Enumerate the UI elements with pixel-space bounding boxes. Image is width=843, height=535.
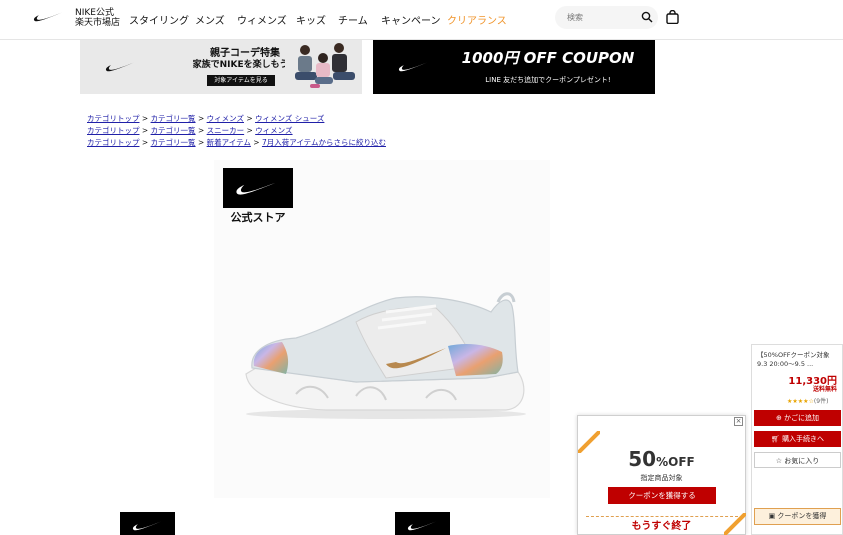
- breadcrumb-link[interactable]: ウィメンズ: [207, 114, 244, 123]
- review-count: (9件): [813, 398, 829, 405]
- star-outline-icon: ☆: [775, 457, 785, 465]
- side-coupon-dates: 9.3 20:00～9.5 ...: [757, 360, 814, 368]
- breadcrumb-link[interactable]: カテゴリ一覧: [151, 138, 196, 147]
- nav-clearance[interactable]: クリアランス: [447, 12, 507, 27]
- favorite-label: お気に入り: [784, 457, 820, 465]
- nav-team[interactable]: チーム: [338, 12, 368, 27]
- breadcrumb-link[interactable]: カテゴリ一覧: [151, 114, 196, 123]
- checkout-label: 購入手続きへ: [782, 435, 825, 443]
- breadcrumb: カテゴリトップ > カテゴリ一覧 > ウィメンズ > ウィメンズ シューズ: [87, 114, 325, 123]
- nav-styling[interactable]: スタイリング: [129, 12, 189, 27]
- add-to-cart-label: かごに追加: [784, 414, 820, 422]
- breadcrumb-link[interactable]: カテゴリトップ: [87, 126, 140, 135]
- nav-campaign[interactable]: キャンペーン: [381, 12, 441, 27]
- product-shoe-image[interactable]: [236, 282, 532, 422]
- cart-plus-icon: ⊕: [775, 414, 785, 422]
- nike-swoosh-logo[interactable]: [33, 10, 63, 24]
- checkout-button[interactable]: 🛒︎ 購入手続きへ: [754, 431, 841, 447]
- nav-kids[interactable]: キッズ: [296, 12, 326, 27]
- family-photo-image: [285, 40, 362, 94]
- official-store-label: 公式ストア: [230, 211, 286, 224]
- discount-number: 50: [628, 447, 657, 471]
- nike-swoosh-icon: [132, 521, 161, 531]
- family-coordinate-banner[interactable]: 親子コーデ特集 家族でNIKEを楽しもう！ 対象アイテムを見る: [80, 40, 362, 94]
- side-coupon-label: クーポンを獲得: [777, 512, 827, 520]
- site-header: NIKE公式 楽天市場店 スタイリング メンズ ウィメンズ キッズ チーム キャ…: [0, 0, 843, 40]
- official-store-logo: [223, 168, 293, 208]
- breadcrumb-link[interactable]: ウィメンズ シューズ: [255, 114, 324, 123]
- nike-swoosh-icon: [407, 521, 436, 531]
- side-get-coupon-button[interactable]: ▣ クーポンを獲得: [754, 508, 841, 525]
- nav-mens[interactable]: メンズ: [195, 12, 225, 27]
- banner-coupon-subtitle: LINE 友だち追加でクーポンプレゼント!: [485, 76, 611, 84]
- store-name-line2: 楽天市場店: [75, 18, 121, 28]
- line-coupon-banner[interactable]: 1000円 OFF COUPON LINE 友だち追加でクーポンプレゼント!: [373, 40, 655, 94]
- nav-womens[interactable]: ウィメンズ: [237, 12, 287, 27]
- breadcrumb-link[interactable]: カテゴリトップ: [87, 138, 140, 147]
- add-to-cart-button[interactable]: ⊕ かごに追加: [754, 410, 841, 426]
- cart-icon: 🛒︎: [770, 435, 783, 443]
- store-name[interactable]: NIKE公式 楽天市場店: [75, 8, 120, 28]
- banner-coupon-title: 1000円 OFF COUPON: [461, 49, 635, 67]
- search-input[interactable]: 検索: [567, 12, 583, 23]
- breadcrumb-link[interactable]: カテゴリ一覧: [151, 126, 196, 135]
- banner-family-button[interactable]: 対象アイテムを見る: [207, 75, 275, 86]
- popup-discount-title: 50%OFF: [577, 447, 746, 471]
- breadcrumb-link[interactable]: スニーカー: [207, 126, 245, 135]
- breadcrumb: カテゴリトップ > カテゴリ一覧 > 新着アイテム > 7月入荷アイテムからさら…: [87, 138, 386, 147]
- nike-swoosh-icon: [236, 181, 280, 195]
- breadcrumb-link[interactable]: ウィメンズ: [255, 126, 292, 135]
- breadcrumb-link[interactable]: 7月入荷アイテムからさらに絞り込む: [262, 138, 386, 147]
- nike-swoosh-icon: [105, 62, 134, 72]
- discount-unit: %OFF: [656, 455, 695, 469]
- favorite-button[interactable]: ☆ お気に入り: [754, 452, 841, 468]
- nike-swoosh-icon: [398, 62, 427, 72]
- breadcrumb-link[interactable]: カテゴリトップ: [87, 114, 140, 123]
- star-rating-icons: ★★★★☆: [787, 398, 814, 405]
- close-icon[interactable]: ×: [734, 417, 743, 426]
- shopping-bag-icon[interactable]: [666, 10, 679, 24]
- breadcrumb: カテゴリトップ > カテゴリ一覧 > スニーカー > ウィメンズ: [87, 126, 293, 135]
- breadcrumb-link[interactable]: 新着アイテム: [207, 138, 251, 147]
- free-shipping-label: 送料無料: [812, 386, 837, 393]
- official-store-logo-bottom-1: [120, 512, 175, 535]
- popup-subtitle: 指定商品対象: [640, 474, 683, 482]
- get-coupon-button[interactable]: クーポンを獲得する: [608, 487, 716, 504]
- search-icon[interactable]: [641, 11, 653, 23]
- store-name-line1: NIKE公式: [75, 8, 114, 18]
- rating-stars[interactable]: ★★★★☆(9件): [787, 396, 828, 405]
- ending-soon-label: もうすぐ終了: [631, 521, 692, 532]
- official-store-logo-bottom-2: [395, 512, 450, 535]
